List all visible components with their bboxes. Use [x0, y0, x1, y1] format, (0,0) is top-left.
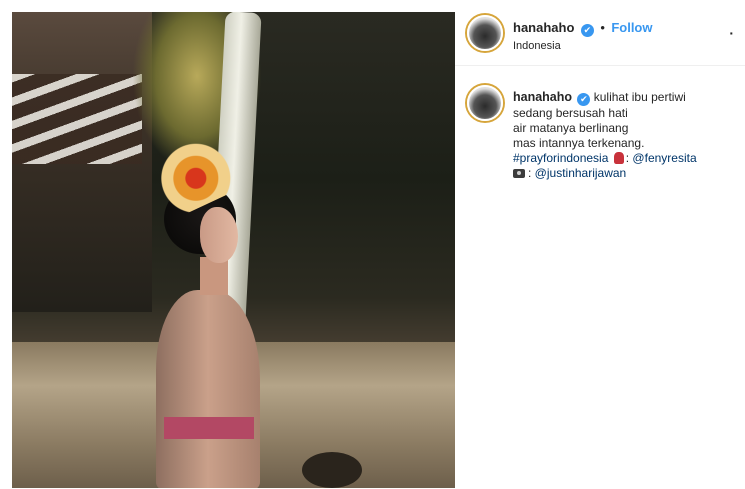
camera-emoji-icon: [513, 169, 525, 178]
caption-photo-credit-line: : @justinharijawan: [513, 166, 733, 181]
photo-roof: [12, 74, 142, 164]
mention-link[interactable]: @fenyresita: [632, 151, 696, 165]
location-link[interactable]: Indonesia: [513, 40, 653, 52]
hashtag-link[interactable]: #prayforindonesia: [513, 151, 608, 165]
mention-link[interactable]: @justinharijawan: [535, 166, 627, 180]
caption-avatar[interactable]: [467, 85, 503, 121]
post-photo[interactable]: [12, 12, 455, 488]
instagram-post: hanahaho ✔ • Follow Indonesia · hanahaho…: [0, 0, 745, 489]
verified-badge-icon: ✔: [580, 24, 594, 37]
username-link[interactable]: hanahaho: [513, 20, 574, 35]
caption-line: hanahaho ✔ kulihat ibu pertiwi: [513, 90, 733, 106]
photo-face: [200, 207, 238, 263]
verified-badge-icon: ✔: [577, 93, 591, 106]
caption-line-2: sedang bersusah hati: [513, 106, 628, 120]
caption-line-1: kulihat ibu pertiwi: [593, 90, 686, 104]
mention-prefix: :: [528, 166, 535, 180]
photo-kebaya: [156, 290, 260, 488]
header-text: hanahaho ✔ • Follow Indonesia: [513, 19, 653, 52]
caption-text: hanahaho ✔ kulihat ibu pertiwi sedang be…: [513, 90, 733, 181]
caption-username-link[interactable]: hanahaho: [513, 90, 572, 104]
lipstick-emoji-icon: [613, 152, 624, 164]
separator-dot: •: [600, 20, 605, 35]
photo-woman: [112, 119, 272, 488]
caption-line-3: air matanya berlinang: [513, 121, 629, 135]
caption-credits-line: #prayforindonesia : @fenyresita: [513, 151, 733, 166]
caption-line-4: mas intannya terkenang.: [513, 136, 645, 150]
post-caption: hanahaho ✔ kulihat ibu pertiwi sedang be…: [455, 66, 745, 489]
photo-shadow: [302, 452, 362, 488]
photo-neck: [200, 257, 228, 295]
avatar[interactable]: [467, 15, 503, 51]
post-header: hanahaho ✔ • Follow Indonesia ·: [455, 0, 745, 66]
photo-sash: [164, 417, 254, 439]
follow-button[interactable]: Follow: [611, 20, 652, 35]
more-options-icon[interactable]: ·: [729, 25, 735, 41]
